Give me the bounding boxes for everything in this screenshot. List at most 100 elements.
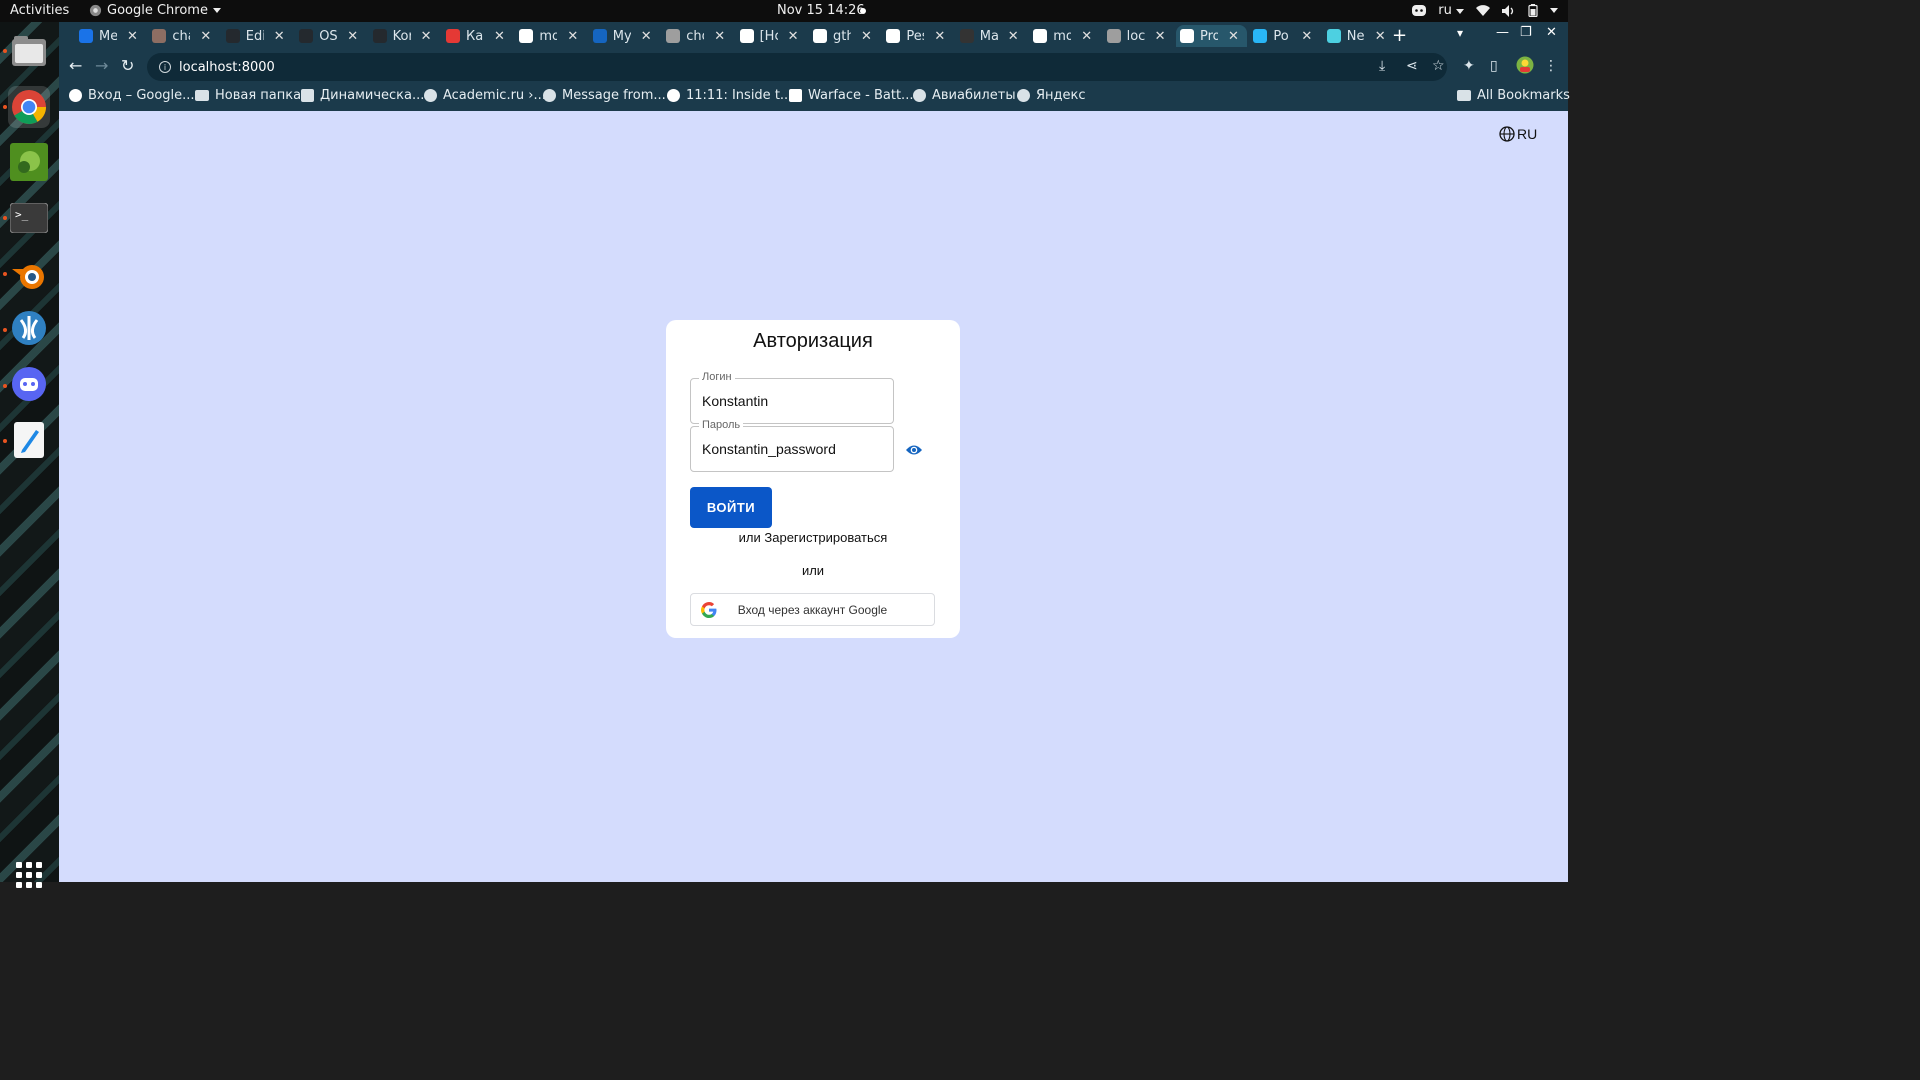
terminal-icon[interactable]: >_	[8, 197, 50, 239]
discord-icon[interactable]	[8, 363, 50, 405]
activities-button[interactable]: Activities	[10, 3, 69, 18]
discord-tray-icon[interactable]	[1412, 5, 1427, 16]
google-signin-button[interactable]: Вход через аккаунт Google	[690, 593, 935, 626]
browser-tab[interactable]: Ma ✕	[956, 25, 1027, 47]
tab-close-icon[interactable]: ✕	[347, 29, 358, 44]
tab-close-icon[interactable]: ✕	[1228, 29, 1239, 44]
tab-close-icon[interactable]: ✕	[714, 29, 725, 44]
profile-avatar[interactable]	[1516, 56, 1534, 78]
running-indicator	[3, 105, 7, 109]
bookmark-item[interactable]: Warface - Batt...	[789, 88, 913, 103]
app-menu[interactable]: Google Chrome	[89, 3, 221, 18]
site-info-icon[interactable]: i	[159, 61, 171, 73]
tab-close-icon[interactable]: ✕	[788, 29, 799, 44]
browser-tab[interactable]: cho ✕	[662, 25, 733, 47]
tab-close-icon[interactable]: ✕	[1081, 29, 1092, 44]
register-link[interactable]: или Зарегистрироваться	[666, 530, 960, 545]
login-button[interactable]: ВОЙТИ	[690, 487, 772, 528]
tab-close-icon[interactable]: ✕	[1301, 29, 1312, 44]
system-menu-chevron-icon[interactable]	[1550, 8, 1558, 13]
bookmark-item[interactable]: Яндекс	[1017, 88, 1086, 103]
wifi-icon[interactable]	[1476, 5, 1490, 16]
browser-tab[interactable]: Me ✕	[75, 25, 146, 47]
image-viewer-icon[interactable]	[8, 141, 50, 183]
show-apps-icon[interactable]	[16, 862, 42, 888]
forward-icon[interactable]: →	[95, 56, 108, 75]
tab-close-icon[interactable]: ✕	[421, 29, 432, 44]
browser-tab[interactable]: cha ✕	[148, 25, 219, 47]
tab-close-icon[interactable]: ✕	[1375, 29, 1386, 44]
tab-close-icon[interactable]: ✕	[200, 29, 211, 44]
browser-tab[interactable]: loc ✕	[1103, 25, 1174, 47]
bookmark-item[interactable]: Message from...	[543, 88, 666, 103]
browser-tab[interactable]: Pes ✕	[882, 25, 953, 47]
side-panel-icon[interactable]: ▯	[1490, 58, 1498, 74]
browser-tab[interactable]: Ne ✕	[1323, 25, 1394, 47]
vscodium-icon[interactable]	[8, 307, 50, 349]
browser-tab[interactable]: Pro ✕	[1176, 25, 1248, 47]
browser-tab[interactable]: OSI ✕	[295, 25, 366, 47]
text-editor-icon[interactable]	[8, 419, 50, 461]
tab-close-icon[interactable]: ✕	[861, 29, 872, 44]
restore-icon[interactable]: ❐	[1520, 25, 1532, 40]
tab-close-icon[interactable]: ✕	[641, 29, 652, 44]
language-switcher[interactable]: RU	[1499, 126, 1537, 142]
system-top-bar: Activities Google Chrome Nov 15 14:26 ru	[0, 0, 1568, 22]
browser-tab[interactable]: mo ✕	[515, 25, 586, 47]
login-field[interactable]: Логин Konstantin	[690, 371, 894, 424]
dock: >_	[0, 22, 59, 888]
tab-search-chevron-icon[interactable]: ▾	[1457, 26, 1463, 40]
back-icon[interactable]: ←	[69, 56, 82, 75]
browser-tab[interactable]: [Hc ✕	[736, 25, 807, 47]
close-window-icon[interactable]: ✕	[1546, 25, 1557, 40]
tab-title: gth	[833, 28, 851, 44]
install-app-icon[interactable]: ⤓	[1379, 58, 1385, 74]
bookmark-item[interactable]: Academic.ru ›...	[424, 88, 546, 103]
bookmark-folder[interactable]: Новая папка	[195, 88, 301, 103]
files-icon[interactable]	[8, 30, 50, 72]
system-tray[interactable]: ru	[1412, 3, 1558, 18]
tab-close-icon[interactable]: ✕	[274, 29, 285, 44]
all-bookmarks-button[interactable]: All Bookmarks	[1457, 88, 1570, 103]
tab-close-icon[interactable]: ✕	[1155, 29, 1166, 44]
password-field-value: Konstantin_password	[702, 441, 836, 457]
browser-tab[interactable]: gth ✕	[809, 25, 880, 47]
reload-icon[interactable]: ↻	[121, 56, 134, 75]
extensions-icon[interactable]: ✦	[1463, 58, 1475, 74]
new-tab-button[interactable]: +	[1392, 25, 1407, 46]
bookmark-item[interactable]: Вход – Google...	[69, 88, 195, 103]
address-bar[interactable]: i localhost:8000	[147, 53, 1447, 81]
globe-favicon-icon	[424, 89, 437, 102]
tab-close-icon[interactable]: ✕	[494, 29, 505, 44]
keyboard-layout[interactable]: ru	[1438, 3, 1464, 18]
browser-tab[interactable]: Как ✕	[442, 25, 513, 47]
bookmark-label: Message from...	[562, 88, 666, 103]
browser-tab[interactable]: mo ✕	[1029, 25, 1100, 47]
password-field[interactable]: Пароль Konstantin_password	[690, 419, 894, 472]
blender-icon[interactable]	[8, 254, 50, 296]
tab-close-icon[interactable]: ✕	[567, 29, 578, 44]
browser-tab[interactable]: Kor ✕	[369, 25, 440, 47]
show-password-eye-icon[interactable]	[905, 443, 923, 457]
bookmark-label: Новая папка	[215, 88, 302, 103]
volume-icon[interactable]	[1502, 4, 1516, 17]
warface-favicon-icon	[789, 89, 802, 102]
minimize-icon[interactable]: —	[1496, 25, 1509, 40]
google-signin-label: Вход через аккаунт Google	[737, 602, 888, 617]
menu-kebab-icon[interactable]: ⋮	[1544, 58, 1558, 74]
battery-icon[interactable]	[1528, 4, 1538, 17]
tab-close-icon[interactable]: ✕	[1008, 29, 1019, 44]
tab-close-icon[interactable]: ✕	[127, 29, 138, 44]
bookmark-item[interactable]: Динамическа...	[301, 88, 424, 103]
tab-close-icon[interactable]: ✕	[934, 29, 945, 44]
chrome-icon[interactable]	[8, 86, 50, 128]
share-icon[interactable]: ⋖	[1406, 58, 1418, 74]
browser-tab[interactable]: My ✕	[589, 25, 660, 47]
bookmark-star-icon[interactable]: ☆	[1432, 58, 1445, 74]
clock[interactable]: Nov 15 14:26	[777, 3, 865, 18]
browser-tab[interactable]: Po ✕	[1249, 25, 1320, 47]
bookmark-item[interactable]: 11:11: Inside t...	[667, 88, 792, 103]
browser-tab[interactable]: Edi ✕	[222, 25, 293, 47]
bookmark-item[interactable]: Авиабилеты	[913, 88, 1016, 103]
google-favicon-icon	[667, 89, 680, 102]
